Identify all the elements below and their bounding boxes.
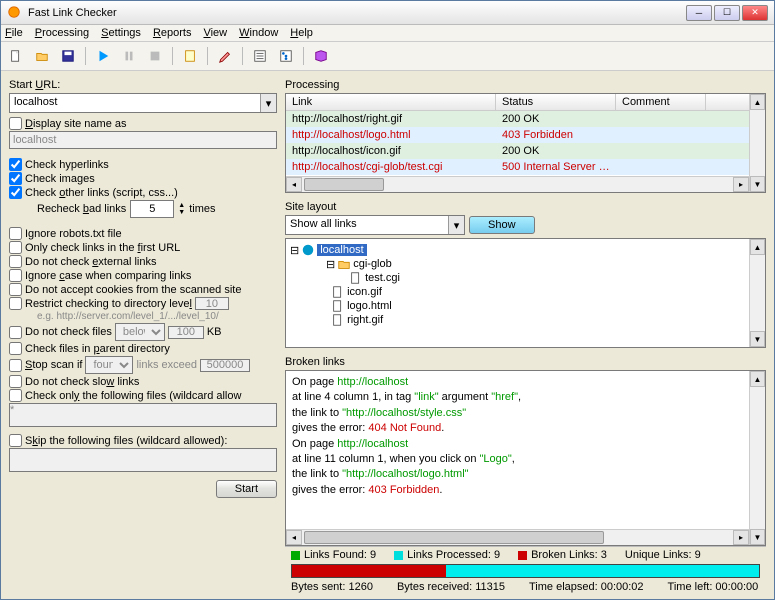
tree-item[interactable]: test.cgi [344,271,761,285]
save-icon[interactable] [57,45,79,67]
vscrollbar[interactable]: ▲▼ [749,94,765,192]
ignore-case-checkbox[interactable] [9,269,22,282]
progress-bar [291,564,760,578]
window-title: Fast Link Checker [28,7,686,19]
vscrollbar[interactable]: ▲▼ [749,371,765,545]
skip-files-textarea[interactable] [9,448,277,472]
display-name-checkbox[interactable] [9,117,22,130]
menu-help[interactable]: Help [290,27,313,39]
app-icon [7,5,23,21]
menu-settings[interactable]: Settings [101,27,141,39]
no-cookies-checkbox[interactable] [9,283,22,296]
site-tree[interactable]: ⊟ localhost ⊟cgi-glob test.cgi icon.gif l… [286,239,765,331]
skip-files-checkbox[interactable] [9,434,22,447]
only-files-checkbox[interactable] [9,389,22,402]
play-icon[interactable] [92,45,114,67]
display-name-input[interactable] [9,131,277,149]
left-pane: Start URL: localhost ▾ Display site name… [1,71,281,599]
pencil-icon[interactable] [214,45,236,67]
table-row[interactable]: http://localhost/cgi-glob/test.cgi500 In… [286,159,765,175]
stop-scan-checkbox[interactable] [9,359,22,372]
open-icon[interactable] [31,45,53,67]
pause-icon[interactable] [118,45,140,67]
collapse-icon[interactable]: ⊟ [290,244,299,257]
processing-title: Processing [285,79,766,91]
no-files-checkbox[interactable] [9,326,22,339]
only-files-textarea[interactable]: * [9,403,277,427]
processing-table: Link Status Comment http://localhost/rig… [285,93,766,193]
list-icon[interactable] [249,45,271,67]
hscrollbar[interactable]: ◂▸ [286,176,749,192]
display-name-label: Display site name as [25,118,127,130]
broken-panel: On page http://localhost at line 4 colum… [285,370,766,546]
app-window: Fast Link Checker ─ ☐ ✕ File Processing … [0,0,775,600]
help-icon[interactable] [310,45,332,67]
site-layout-title: Site layout [285,201,766,213]
restrict-dir-checkbox[interactable] [9,297,22,310]
start-button[interactable]: Start [216,480,277,498]
table-row[interactable]: http://localhost/logo.html403 Forbidden [286,127,765,143]
menu-file[interactable]: File [5,27,23,39]
tree-root[interactable]: localhost [317,244,366,256]
tree-item[interactable]: ⊟cgi-glob [326,257,761,271]
recheck-input[interactable] [130,200,174,218]
table-row[interactable]: http://localhost/icon.gif200 OK [286,143,765,159]
vscrollbar[interactable]: ▲▼ [749,239,765,347]
menu-processing[interactable]: Processing [35,27,89,39]
no-files-mode-select[interactable]: below [115,323,165,341]
ignore-robots-checkbox[interactable] [9,227,22,240]
first-url-checkbox[interactable] [9,241,22,254]
check-images-checkbox[interactable] [9,172,22,185]
report-icon[interactable] [179,45,201,67]
start-url-label: Start URL: [9,79,277,91]
minimize-button[interactable]: ─ [686,5,712,21]
no-files-size-input[interactable] [168,326,204,339]
titlebar: Fast Link Checker ─ ☐ ✕ [1,1,774,25]
menubar: File Processing Settings Reports View Wi… [1,25,774,42]
chevron-down-icon[interactable]: ▾ [260,94,276,112]
no-external-checkbox[interactable] [9,255,22,268]
tree-item[interactable]: logo.html [326,299,761,313]
parent-dir-checkbox[interactable] [9,342,22,355]
spinner-icon[interactable]: ▲▼ [178,202,185,216]
menu-view[interactable]: View [203,27,227,39]
toolbar [1,42,774,71]
site-tree-panel: ⊟ localhost ⊟cgi-glob test.cgi icon.gif l… [285,238,766,348]
statusbar: Links Found: 9 Links Processed: 9 Broken… [285,546,766,563]
statusbar-2: Bytes sent: 1260 Bytes received: 11315 T… [285,581,766,595]
restrict-level-input[interactable] [195,297,229,310]
stop-mode-select[interactable]: found [85,356,133,374]
check-other-checkbox[interactable] [9,186,22,199]
close-button[interactable]: ✕ [742,5,768,21]
check-hyperlinks-checkbox[interactable] [9,158,22,171]
start-url-combo[interactable]: localhost ▾ [9,93,277,113]
tree-icon[interactable] [275,45,297,67]
stop-icon[interactable] [144,45,166,67]
table-row[interactable]: http://localhost/right.gif200 OK [286,111,765,127]
broken-title: Broken links [285,356,766,368]
menu-window[interactable]: Window [239,27,278,39]
maximize-button[interactable]: ☐ [714,5,740,21]
new-icon[interactable] [5,45,27,67]
show-button[interactable]: Show [469,216,535,234]
hscrollbar[interactable]: ◂▸ [286,529,749,545]
menu-reports[interactable]: Reports [153,27,192,39]
tree-item[interactable]: right.gif [326,313,761,327]
layout-filter-combo[interactable]: Show all links ▾ [285,215,465,235]
chevron-down-icon[interactable]: ▾ [448,216,464,234]
no-slow-checkbox[interactable] [9,375,22,388]
tree-item[interactable]: icon.gif [326,285,761,299]
